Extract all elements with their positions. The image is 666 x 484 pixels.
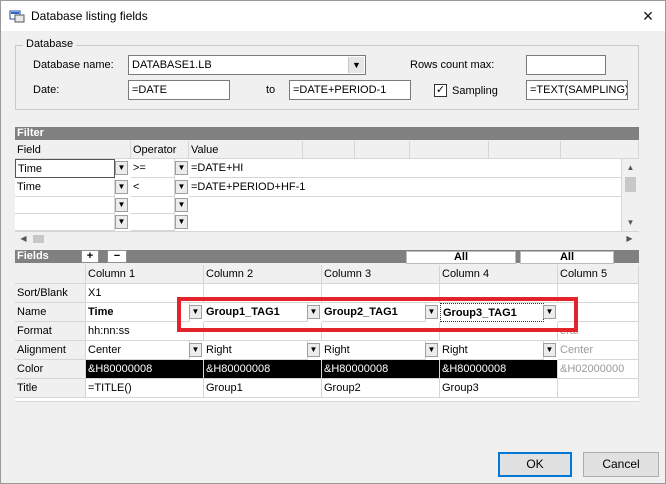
window-title: Database listing fields	[31, 9, 148, 23]
dialog-window: Database listing fields × Database Datab…	[0, 0, 666, 484]
filter-row-2-operator[interactable]: <	[131, 178, 175, 197]
filter-col-blank	[410, 141, 489, 159]
sampling-checkbox[interactable]: ✓	[434, 84, 447, 97]
date-to-label: to	[266, 84, 276, 96]
cell-color[interactable]: &H80000008	[440, 360, 558, 379]
select-all-button-1[interactable]: All	[406, 251, 516, 264]
cell-title[interactable]: Group2	[322, 379, 440, 398]
filter-horizontal-scrollbar[interactable]: ◀ ▶	[15, 231, 639, 246]
chevron-down-icon[interactable]: ▼	[175, 180, 188, 194]
column-header[interactable]: Column 4	[440, 265, 558, 284]
row-label-format: Format	[15, 322, 86, 341]
scroll-right-icon[interactable]: ▶	[621, 231, 638, 246]
cell-alignment[interactable]: Center	[558, 341, 639, 360]
sampling-input[interactable]: =TEXT(SAMPLING)	[526, 80, 628, 100]
filter-col-value: Value	[189, 141, 303, 159]
remove-column-button[interactable]: −	[107, 250, 127, 263]
filter-vertical-scrollbar[interactable]: ▲ ▼	[621, 159, 639, 231]
chevron-down-icon[interactable]: ▼	[189, 343, 202, 357]
rows-count-input[interactable]	[526, 55, 606, 75]
date-from-input[interactable]: =DATE	[128, 80, 230, 100]
app-icon	[9, 10, 25, 23]
highlight-box	[177, 297, 578, 332]
cell-alignment[interactable]: Right	[440, 341, 544, 360]
chevron-down-icon[interactable]: ▼	[175, 161, 188, 175]
cell-alignment[interactable]: Right	[204, 341, 308, 360]
cell-title[interactable]: Group3	[440, 379, 558, 398]
cell-color[interactable]: &H02000000	[558, 360, 639, 379]
chevron-down-icon[interactable]: ▼	[115, 180, 128, 194]
cell-color[interactable]: &H80000008	[322, 360, 440, 379]
scroll-up-icon[interactable]: ▲	[622, 159, 639, 176]
cell-alignment[interactable]: Center	[86, 341, 190, 360]
row-label-sort: Sort/Blank	[15, 284, 86, 303]
filter-row-1-field[interactable]: Time	[15, 159, 115, 178]
chevron-down-icon[interactable]: ▼	[348, 57, 364, 73]
chevron-down-icon[interactable]: ▼	[175, 198, 188, 212]
date-label: Date:	[33, 84, 60, 96]
cell-color[interactable]: &H80000008	[204, 360, 322, 379]
filter-row-1-value[interactable]: =DATE+HI	[189, 159, 639, 178]
fields-corner	[15, 265, 86, 284]
cancel-button[interactable]: Cancel	[583, 452, 659, 477]
filter-grid: Field Operator Value Time ▼ >= ▼ =DATE+H…	[15, 141, 639, 246]
filter-row-4-operator[interactable]	[131, 214, 175, 231]
filter-col-blank	[489, 141, 561, 159]
cell-name[interactable]: Time	[86, 303, 190, 322]
chevron-down-icon[interactable]: ▼	[425, 343, 438, 357]
scroll-thumb[interactable]	[33, 235, 44, 243]
ok-button[interactable]: OK	[498, 452, 572, 477]
scroll-down-icon[interactable]: ▼	[622, 214, 639, 231]
cell-title[interactable]: =TITLE()	[86, 379, 204, 398]
column-header[interactable]: Column 3	[322, 265, 440, 284]
chevron-down-icon[interactable]: ▼	[307, 343, 320, 357]
chevron-down-icon[interactable]: ▼	[115, 161, 128, 175]
row-label-alignment: Alignment	[15, 341, 86, 360]
add-column-button[interactable]: +	[81, 250, 99, 263]
row-label-name: Name	[15, 303, 86, 322]
select-all-button-2[interactable]: All	[520, 251, 614, 264]
rows-count-label: Rows count max:	[410, 59, 495, 71]
filter-col-blank	[561, 141, 639, 159]
close-icon[interactable]: ×	[637, 5, 659, 27]
column-header[interactable]: Column 2	[204, 265, 322, 284]
filter-row-3-field[interactable]	[15, 197, 115, 214]
chevron-down-icon[interactable]: ▼	[115, 215, 128, 229]
filter-row-2-field[interactable]: Time	[15, 178, 115, 197]
filter-col-blank	[303, 141, 355, 159]
fields-horizontal-scrollbar[interactable]	[15, 401, 639, 417]
column-header[interactable]: Column 5	[558, 265, 639, 284]
row-label-color: Color	[15, 360, 86, 379]
fields-title: Fields	[17, 250, 49, 262]
filter-col-field: Field	[15, 141, 131, 159]
scroll-left-icon[interactable]: ◀	[15, 231, 32, 246]
filter-row-4-field[interactable]	[15, 214, 115, 231]
scroll-thumb[interactable]	[625, 177, 636, 192]
cell-color[interactable]: &H80000008	[86, 360, 204, 379]
database-name-combo[interactable]: DATABASE1.LB ▼	[128, 55, 366, 75]
cell-title[interactable]	[558, 379, 639, 398]
date-to-input[interactable]: =DATE+PERIOD-1	[289, 80, 411, 100]
cell-alignment[interactable]: Right	[322, 341, 426, 360]
chevron-down-icon[interactable]: ▼	[543, 343, 556, 357]
filter-header: Filter	[15, 127, 639, 140]
filter-row-1-operator[interactable]: >=	[131, 159, 175, 178]
cell-title[interactable]: Group1	[204, 379, 322, 398]
database-name-value: DATABASE1.LB	[132, 59, 212, 71]
fields-grid: Column 1 Column 2 Column 3 Column 4 Colu…	[15, 265, 639, 417]
row-label-title: Title	[15, 379, 86, 398]
database-group-label: Database	[23, 38, 77, 50]
chevron-down-icon[interactable]: ▼	[115, 198, 128, 212]
filter-row-3-operator[interactable]	[131, 197, 175, 214]
filter-col-blank	[355, 141, 410, 159]
database-name-label: Database name:	[33, 59, 114, 71]
scroll-track[interactable]	[17, 405, 597, 414]
filter-row-2-value[interactable]: =DATE+PERIOD+HF-1	[189, 178, 639, 197]
sampling-label: Sampling	[452, 85, 498, 97]
chevron-down-icon[interactable]: ▼	[175, 215, 188, 229]
column-header[interactable]: Column 1	[86, 265, 204, 284]
title-bar: Database listing fields ×	[1, 1, 665, 31]
filter-col-operator: Operator	[131, 141, 189, 159]
